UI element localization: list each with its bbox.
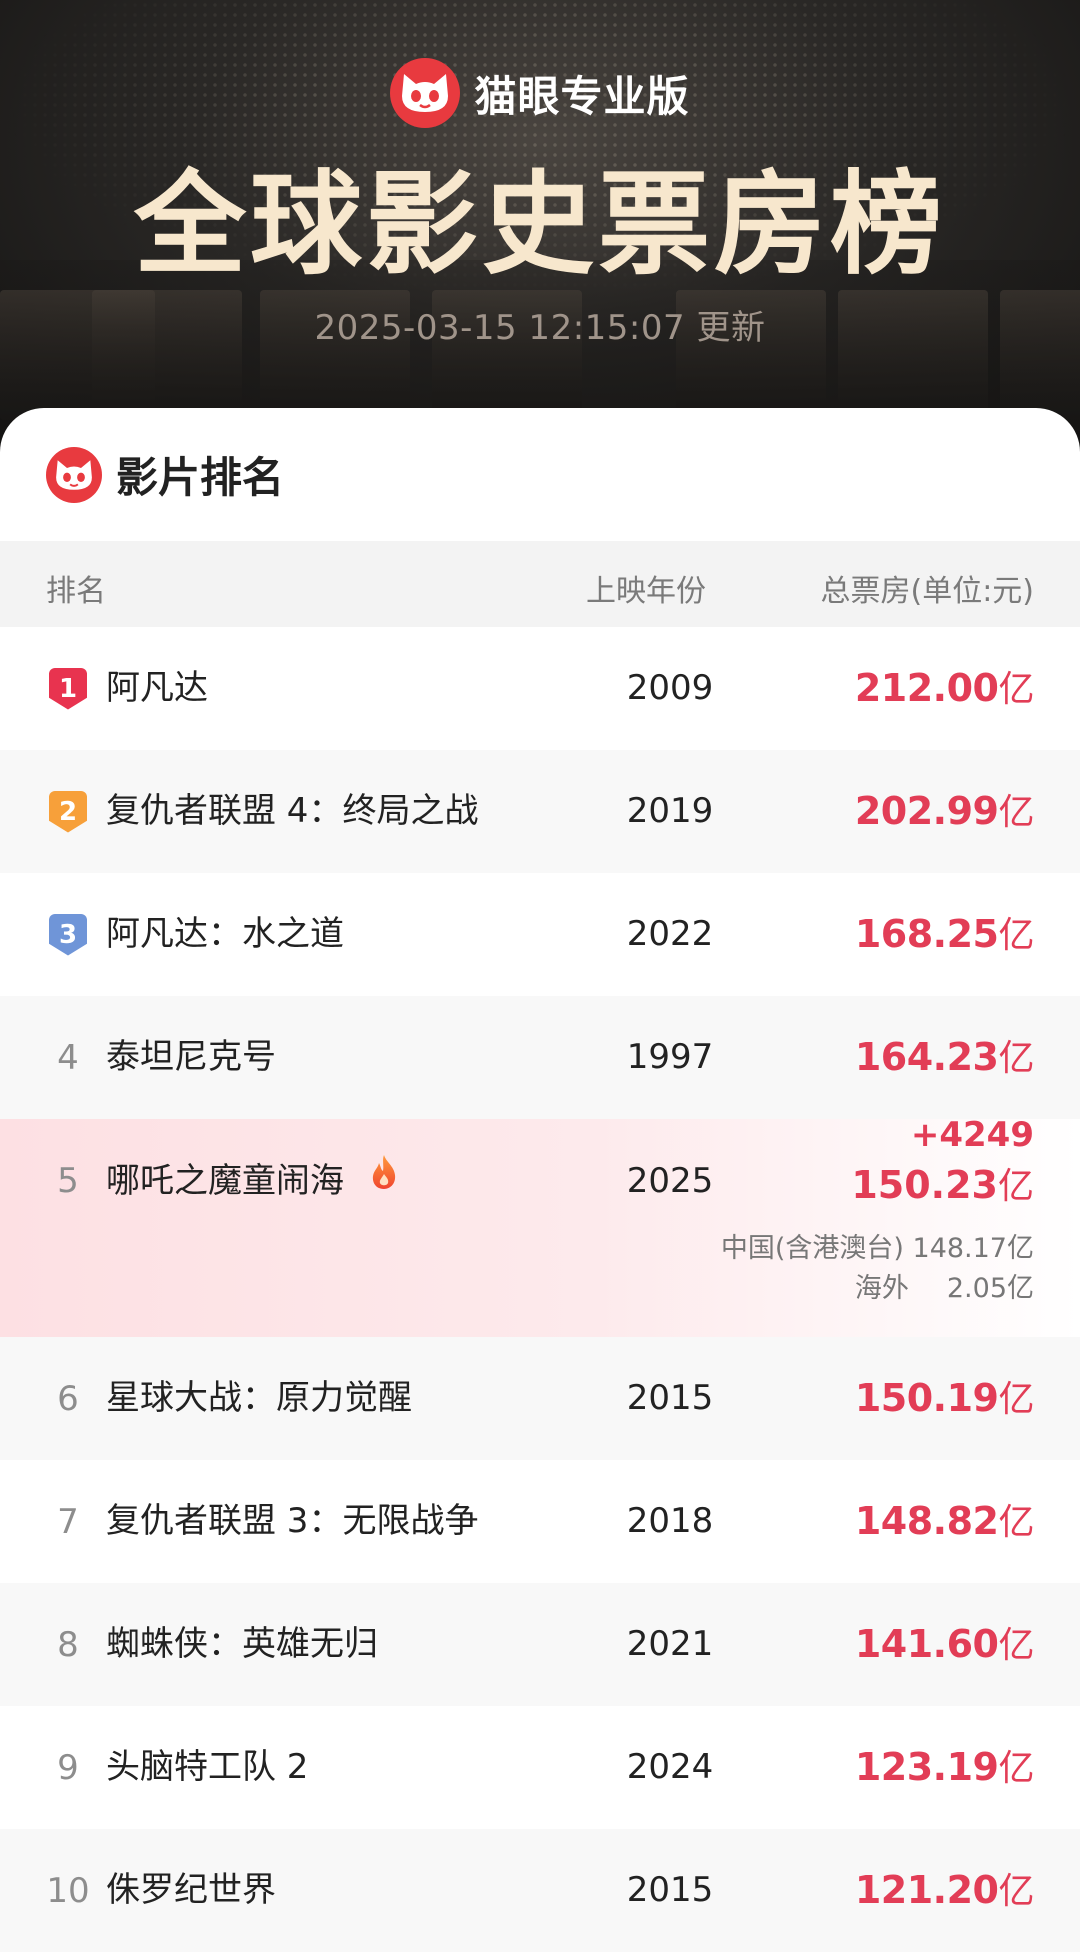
total-gross: 202.99亿 [854,789,1035,833]
release-year: 2025 [626,1161,714,1201]
column-gross: 总票房(单位:元) [820,574,1034,609]
total-gross: 164.23亿 [854,1035,1035,1079]
movie-name: 蜘蛛侠：英雄无归 [106,1624,378,1664]
release-year: 2022 [626,914,714,954]
table-row[interactable]: 4 泰坦尼克号 1997 164.23亿 [0,996,1080,1119]
rank-number: 6 [57,1378,79,1419]
total-gross: 123.19亿 [854,1745,1035,1789]
table-body: 1 阿凡达 2009 212.00亿 2 复仇者联盟 4：终局之战 2019 2… [0,627,1080,1952]
release-year: 2021 [626,1624,714,1664]
rank-number: 5 [57,1161,79,1201]
rank-number: 7 [57,1501,79,1542]
table-header: 排名 上映年份 总票房(单位:元) [0,541,1080,627]
rank-number: 10 [46,1870,90,1911]
total-gross: 150.23亿 [851,1163,1034,1207]
rank-medal-icon: 1 [49,667,87,710]
movie-name: 阿凡达 [106,668,208,708]
total-gross: 168.25亿 [854,912,1035,956]
release-year: 2015 [626,1870,714,1910]
table-row[interactable]: 6 星球大战：原力觉醒 2015 150.19亿 [0,1337,1080,1460]
movie-name: 泰坦尼克号 [106,1037,276,1077]
china-gross: 中国(含港澳台) 148.17亿 [720,1233,1034,1264]
column-year: 上映年份 [586,574,706,609]
table-row[interactable]: 10 侏罗纪世界 2015 121.20亿 [0,1829,1080,1952]
brand: 猫眼专业版 [0,58,1080,128]
total-gross: 141.60亿 [854,1622,1035,1666]
release-year: 2024 [626,1747,714,1787]
table-row[interactable]: 9 头脑特工队 2 2024 123.19亿 [0,1706,1080,1829]
table-row[interactable]: 2 复仇者联盟 4：终局之战 2019 202.99亿 [0,750,1080,873]
movie-name: 头脑特工队 2 [106,1747,309,1787]
table-row[interactable]: 8 蜘蛛侠：英雄无归 2021 141.60亿 [0,1583,1080,1706]
ranking-card: 影片排名 排名 上映年份 总票房(单位:元) 1 阿凡达 2009 212.00… [0,408,1080,1960]
realtime-delta: +4249 [910,1115,1034,1155]
movie-name: 复仇者联盟 4：终局之战 [106,791,479,831]
total-gross: 121.20亿 [854,1868,1035,1912]
rank-medal-icon: 3 [49,913,87,956]
page-title: 全球影史票房榜 [134,160,946,290]
rank-number: 9 [57,1747,79,1788]
card-title: 影片排名 [116,453,285,502]
fire-icon [369,1117,399,1242]
overseas-gross: 海外 2.05亿 [854,1273,1034,1304]
total-gross: 212.00亿 [854,666,1035,710]
table-row[interactable]: 1 阿凡达 2009 212.00亿 [0,627,1080,750]
cat-logo-icon [46,446,102,503]
movie-name: 阿凡达：水之道 [106,914,344,954]
cat-logo-icon [390,58,461,128]
total-gross: 150.19亿 [854,1376,1035,1420]
update-time: 2025-03-15 12:15:07 更新 [314,308,766,348]
release-year: 2009 [626,668,714,708]
table-row[interactable]: 7 复仇者联盟 3：无限战争 2018 148.82亿 [0,1460,1080,1583]
release-year: 2015 [626,1378,714,1418]
release-year: 1997 [626,1037,714,1077]
rank-medal-icon: 2 [49,790,87,833]
table-row[interactable]: 3 阿凡达：水之道 2022 168.25亿 [0,873,1080,996]
total-gross: 148.82亿 [854,1499,1035,1543]
movie-name: 星球大战：原力觉醒 [106,1378,412,1418]
rank-number: 8 [57,1624,79,1665]
column-rank: 排名 [46,574,106,609]
movie-name: 复仇者联盟 3：无限战争 [106,1501,479,1541]
brand-name: 猫眼专业版 [474,71,690,121]
release-year: 2018 [626,1501,714,1541]
movie-name: 哪吒之魔童闹海 [106,1161,344,1201]
table-row-highlighted[interactable]: 5 哪吒之魔童闹海 2025 +4249 150.23亿 中国(含港澳台) 14… [0,1115,1080,1337]
card-header: 影片排名 [0,408,1080,541]
release-year: 2019 [626,791,714,831]
movie-name: 侏罗纪世界 [106,1870,276,1910]
rank-number: 4 [57,1037,79,1078]
hero-banner: 猫眼专业版 全球影史票房榜 2025-03-15 12:15:07 更新 [0,0,1080,470]
